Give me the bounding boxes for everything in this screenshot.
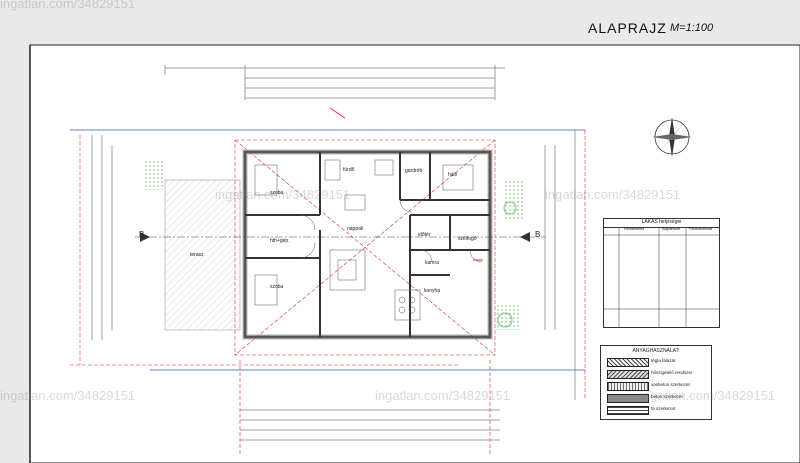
watermark: ingatlan.com/34829151 bbox=[375, 388, 511, 403]
legend-label: hőszigetelő rendszer bbox=[651, 370, 693, 375]
legend-item: hőszigetelő rendszer bbox=[607, 369, 707, 379]
dimension-lines-left bbox=[91, 135, 113, 340]
legend-title: ANYAGHASZNÁLAT: bbox=[632, 348, 680, 354]
section-marker-right: B bbox=[535, 230, 541, 239]
room-schedule-table: LAKÁS helyiségei Rendeltetés Alapterület… bbox=[603, 218, 720, 328]
section-marker-left: B bbox=[139, 230, 145, 239]
legend-label: vasbeton szerkezet bbox=[651, 382, 690, 387]
watermark: ingatlan.com/34829151 bbox=[545, 187, 681, 202]
room-label: nappali bbox=[347, 226, 364, 232]
room-label: terasz bbox=[190, 252, 204, 258]
drawing-scale: M=1:100 bbox=[670, 22, 714, 34]
legend-swatch bbox=[607, 406, 649, 415]
room-label: hth+gép. bbox=[270, 238, 290, 244]
room-label: konyha bbox=[424, 288, 441, 294]
legend-swatch bbox=[607, 358, 649, 367]
room-label: gardrób bbox=[405, 168, 423, 174]
drawing-title: ALAPRAJZ bbox=[588, 20, 667, 36]
room-label: fürdő bbox=[343, 167, 355, 173]
legend-label: tégla falazat bbox=[651, 358, 676, 363]
watermark: ingatlan.com/34829151 bbox=[0, 0, 136, 11]
legend-item: tégla falazat bbox=[607, 357, 707, 367]
room-label: háló bbox=[448, 172, 458, 178]
watermark: ingatlan.com/34829151 bbox=[640, 388, 776, 403]
dimension-lines-bottom bbox=[240, 409, 500, 441]
room-label: szélfogó bbox=[458, 236, 477, 242]
north-arrow-icon bbox=[652, 117, 692, 157]
watermark: ingatlan.com/34829151 bbox=[215, 187, 351, 202]
material-legend: ANYAGHASZNÁLAT: tégla falazat hőszigetel… bbox=[600, 345, 712, 420]
exterior-walls bbox=[243, 150, 492, 339]
dimension-lines-right bbox=[544, 130, 576, 400]
vegetation bbox=[143, 160, 163, 190]
legend-label: fa szerkezet bbox=[651, 406, 676, 411]
door-swings bbox=[299, 199, 483, 263]
room-label: kamra bbox=[425, 260, 439, 266]
room-label: szoba bbox=[270, 284, 284, 290]
legend-item: fa szerkezet bbox=[607, 405, 707, 415]
legend-swatch bbox=[607, 370, 649, 379]
dimension-lines-top bbox=[164, 65, 505, 100]
interior-walls bbox=[245, 152, 490, 337]
room-label: előtér bbox=[418, 232, 431, 238]
table-grid bbox=[604, 227, 719, 327]
watermark: ingatlan.com/34829151 bbox=[0, 388, 136, 403]
